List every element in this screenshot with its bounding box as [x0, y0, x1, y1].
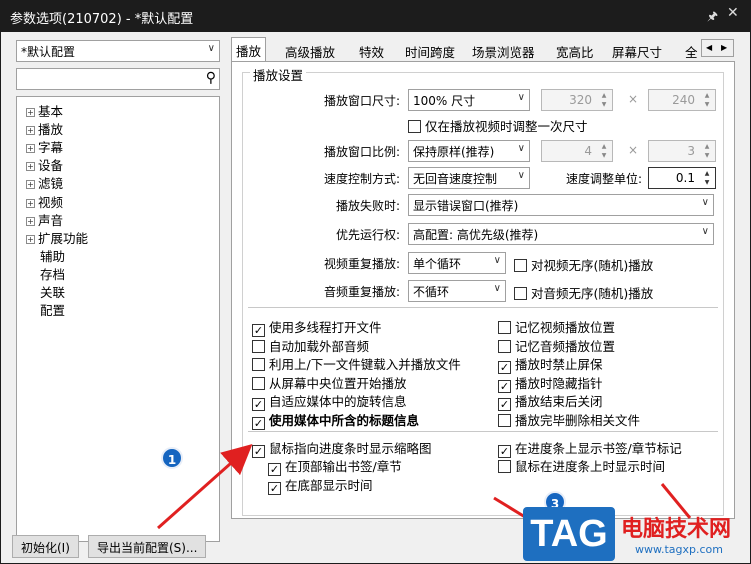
watermark-tag: TAG	[523, 507, 615, 561]
watermark-site-name: 电脑技术网	[621, 517, 732, 542]
annotation-overlay	[157, 444, 692, 530]
marker-1: 1	[161, 447, 183, 469]
watermark: TAG 电脑技术网 www.tagxp.com	[523, 503, 751, 564]
watermark-url: www.tagxp.com	[635, 543, 723, 556]
